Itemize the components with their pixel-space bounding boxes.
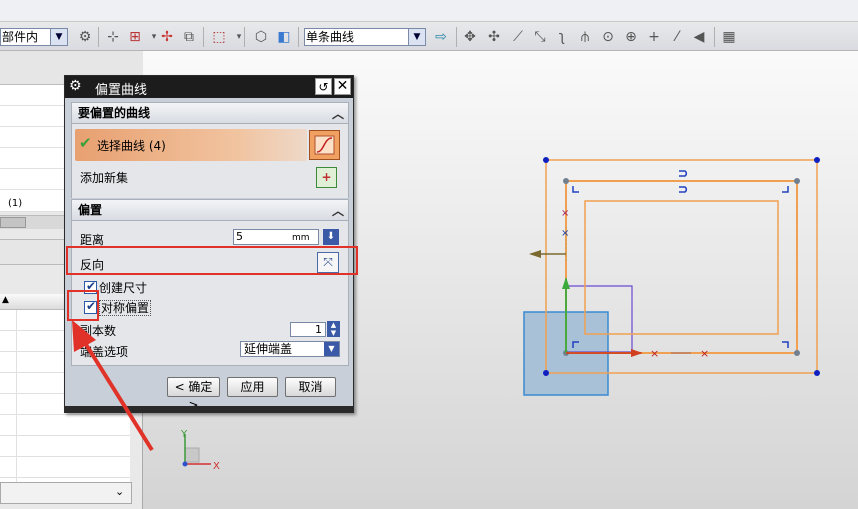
scrollbar-thumb[interactable]	[0, 217, 26, 228]
annotation-arrow	[72, 320, 154, 452]
distance-input[interactable]: 5 mm	[233, 229, 319, 245]
section-title: 要偏置的曲线	[78, 106, 151, 120]
dialog-title-bar[interactable]: ⚙ 偏置曲线 ↺ ✕	[65, 76, 353, 98]
close-icon[interactable]: ✕	[334, 78, 351, 95]
snap-midpoint-icon[interactable]: ✥	[461, 28, 479, 46]
chevron-down-icon[interactable]: ▼	[324, 342, 339, 356]
snap-quadrant-icon[interactable]: ⊕	[622, 28, 640, 46]
curve-rule-value: 单条曲线	[306, 30, 355, 44]
wcs-triad-icon: Y X	[180, 429, 220, 472]
snap-curve-icon[interactable]: ʅ	[553, 28, 571, 46]
select-curve-label: 选择曲线 (4)	[97, 139, 166, 153]
offset-curve-inner[interactable]	[584, 200, 779, 335]
grid-icon[interactable]: ▦	[720, 28, 738, 46]
filter-icon[interactable]: ⚙	[76, 28, 94, 46]
end-cap-value: 延伸端盖	[244, 342, 293, 356]
arrow-down-icon[interactable]: ⬇	[323, 229, 339, 245]
selection-scope-value: 部件内	[2, 30, 39, 44]
ok-button[interactable]: < 确定 >	[167, 377, 220, 412]
point-constructor-icon[interactable]: ⊞	[126, 28, 144, 46]
toolbar-separator	[244, 27, 245, 47]
toolbar-separator	[298, 27, 299, 47]
snap-center-icon[interactable]: ⊙	[599, 28, 617, 46]
curve-rule-dropdown[interactable]: 单条曲线 ▼	[304, 28, 426, 46]
highlight-box-reverse	[66, 246, 358, 275]
sort-up-icon[interactable]: ▲	[2, 295, 9, 305]
curve-selector-button[interactable]	[309, 130, 340, 160]
chevron-down-icon[interactable]: ⌄	[115, 485, 124, 498]
menu-strip	[0, 0, 858, 22]
snap-endpoint-icon[interactable]: ⟋	[509, 28, 527, 46]
section-header-curves[interactable]: 要偏置的曲线 ︿	[71, 102, 349, 124]
toolbar-separator	[456, 27, 457, 47]
svg-text:Y: Y	[180, 429, 188, 440]
svg-text:×: ×	[561, 208, 569, 219]
snap-tangent-icon[interactable]: ⫛	[576, 28, 594, 46]
intersection-point-icon[interactable]: ✢	[158, 28, 176, 46]
curve-icon	[314, 135, 335, 155]
toolbar-separator	[203, 27, 204, 47]
cancel-button[interactable]: 取消	[285, 377, 336, 397]
main-toolbar: 部件内 ▼ ⚙ ⊹ ⊞ ▾ ✢ ⧉ ⬚ ▾ ⬡ ◧ 单条曲线 ▼ ⇨ ✥ ✣ ⟋…	[0, 0, 858, 51]
chevron-up-icon[interactable]: ︿	[332, 104, 344, 124]
rectangle-select-icon[interactable]: ⬚	[210, 28, 228, 46]
column-divider	[16, 310, 17, 490]
chevron-up-icon[interactable]: ︿	[332, 201, 344, 221]
snap-on-curve-icon[interactable]: ⁄	[668, 28, 686, 46]
snap-intersection-icon[interactable]: +	[645, 28, 663, 46]
svg-text:×: ×	[561, 228, 569, 239]
dialog-title: 偏置曲线	[95, 83, 148, 98]
snap-face-icon[interactable]: ◀	[690, 28, 708, 46]
section-body-curves: ✔ 选择曲线 (4) 添加新集 +	[71, 124, 349, 198]
snap-control-icon[interactable]: ✣	[485, 28, 503, 46]
svg-text:×: ×	[700, 347, 709, 360]
solid-body-icon[interactable]: ⬡	[252, 28, 270, 46]
toolbar-separator	[98, 27, 99, 47]
add-set-icon[interactable]: +	[316, 167, 337, 188]
svg-text:×: ×	[650, 347, 659, 360]
details-footer[interactable]: ⌄	[0, 482, 132, 504]
toolbar-separator	[714, 27, 715, 47]
gear-icon[interactable]: ⚙	[69, 78, 82, 94]
arrow-right-icon[interactable]: ⇨	[432, 28, 450, 46]
check-mark-icon: ✔	[79, 134, 92, 152]
chevron-down-icon[interactable]: ▼	[408, 29, 425, 45]
distance-value: 5	[236, 230, 243, 243]
snap-midline-icon[interactable]: ⤡	[531, 28, 549, 46]
apply-button[interactable]: 应用	[227, 377, 278, 397]
select-curve-row[interactable]: ✔ 选择曲线 (4)	[75, 129, 307, 161]
snap-point-icon[interactable]: ⊹	[104, 28, 122, 46]
reset-icon[interactable]: ↺	[315, 78, 332, 95]
section-header-offset[interactable]: 偏置 ︿	[71, 199, 349, 221]
chevron-down-icon[interactable]: ▼	[50, 29, 67, 45]
distance-unit: mm	[292, 233, 310, 243]
section-title: 偏置	[78, 203, 103, 217]
list-item-label: (1)	[8, 198, 23, 209]
copy-selection-icon[interactable]: ⧉	[180, 28, 198, 46]
cube-view-icon[interactable]: ◧	[275, 28, 293, 46]
chevron-down-icon[interactable]: ▾	[230, 28, 248, 46]
copies-input[interactable]: 1	[290, 322, 326, 337]
copies-spinner[interactable]: ▲ ▼	[327, 321, 340, 337]
selection-scope-dropdown[interactable]: 部件内 ▼	[0, 28, 68, 46]
copies-value: 1	[315, 323, 322, 336]
create-dimension-label: 创建尺寸	[99, 281, 148, 295]
end-cap-dropdown[interactable]: 延伸端盖 ▼	[240, 341, 340, 357]
svg-text:X: X	[213, 461, 220, 472]
add-new-set-label: 添加新集	[80, 171, 129, 185]
